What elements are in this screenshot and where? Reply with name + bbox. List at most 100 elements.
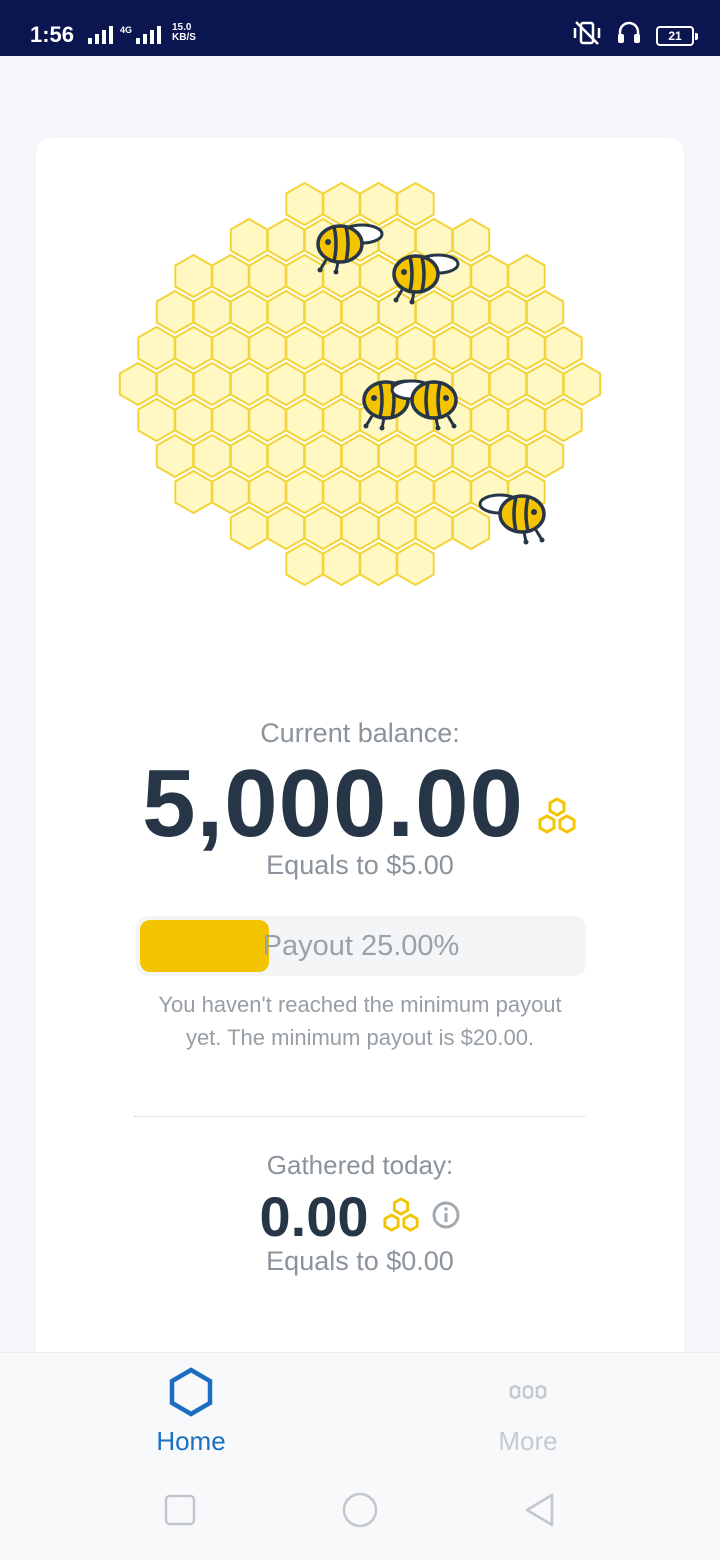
honeycomb-cell	[303, 361, 343, 407]
honeycomb-cell	[248, 253, 287, 299]
speed-unit: KB/S	[172, 32, 196, 43]
honeycomb-cell	[174, 253, 213, 299]
balance-card: Current balance: 5,000.00 Equals to $5.0…	[36, 138, 684, 1398]
honeycomb-cell	[229, 361, 269, 407]
honeycomb-cell	[451, 505, 491, 551]
network-speed: 15.0 KB/S	[172, 23, 196, 43]
balance-value: 5,000.00	[142, 750, 524, 857]
honeycomb-cell	[322, 397, 361, 443]
honeycomb-cell	[488, 433, 528, 479]
honeycomb-cell	[266, 505, 306, 551]
honeycomb-cell	[211, 325, 250, 371]
honeycomb-cell	[285, 397, 324, 443]
recent-apps-button[interactable]	[162, 1492, 198, 1533]
honeycomb-cell	[396, 469, 435, 515]
honeycomb-cell	[470, 397, 509, 443]
honeycomb-cell	[414, 505, 454, 551]
honeycomb-cell	[544, 325, 583, 371]
home-button[interactable]	[340, 1492, 380, 1537]
honeycomb-cell	[211, 253, 250, 299]
honeycomb-cell	[451, 433, 491, 479]
honeycomb-cell	[155, 289, 195, 335]
honeycomb-cell	[396, 181, 435, 227]
tab-home[interactable]: Home	[91, 1367, 291, 1457]
honeycomb-cell	[174, 469, 213, 515]
honeycomb-cell	[451, 289, 491, 335]
honeycomb-cell	[433, 325, 472, 371]
gathered-value: 0.00	[259, 1185, 369, 1248]
divider	[134, 1116, 586, 1117]
honeycomb-cell	[359, 253, 398, 299]
honeycomb-cell	[248, 469, 287, 515]
honeycomb-cell	[470, 253, 509, 299]
payout-progress-label: Payout 25.00%	[262, 930, 460, 962]
honeycomb-cell	[155, 361, 195, 407]
honeycomb-cell	[285, 253, 324, 299]
honeycomb-cell	[322, 541, 361, 587]
current-balance-label: Current balance:	[260, 718, 460, 748]
status-bar: 1:56 4G 15.0 KB/S 21	[0, 0, 720, 56]
honeycomb-cell	[229, 433, 269, 479]
honeycomb-cell	[377, 217, 417, 263]
info-icon[interactable]	[431, 1200, 461, 1235]
network-type: 4G	[120, 25, 132, 35]
honeycomb-cell	[229, 505, 269, 551]
bottom-navigation: Home More	[0, 1352, 720, 1460]
tab-more-label: More	[498, 1426, 558, 1456]
honeycomb-cell	[359, 469, 398, 515]
honeycomb-cell	[322, 325, 361, 371]
honeycomb-cell	[229, 289, 269, 335]
honeycomb-cell	[174, 397, 213, 443]
system-navigation-bar	[0, 1460, 720, 1560]
honeycomb-cell	[340, 289, 380, 335]
honeycomb-cell	[285, 469, 324, 515]
balance-equals: Equals to $5.00	[266, 850, 454, 880]
gathered-equals: Equals to $0.00	[266, 1246, 454, 1276]
honeycomb-cell	[174, 325, 213, 371]
honeycomb-cell	[266, 217, 306, 263]
honeycomb-cell	[562, 361, 602, 407]
battery-icon: 21	[656, 25, 698, 46]
honeycomb-cell	[488, 361, 528, 407]
honeycomb-cell	[303, 289, 343, 335]
honeycomb-cell	[266, 289, 306, 335]
headphones-icon	[616, 20, 642, 51]
honeycomb-cell	[248, 397, 287, 443]
honeycomb-cell	[322, 181, 361, 227]
minimum-payout-note: You haven't reached the minimum payout y…	[158, 992, 562, 1050]
honeycomb-cell	[285, 325, 324, 371]
honeycomb-cell	[211, 397, 250, 443]
honeycomb-cell	[155, 433, 195, 479]
honeycomb-cell	[396, 325, 435, 371]
honeycomb-cell	[303, 505, 343, 551]
honeycomb-cell	[322, 469, 361, 515]
honeycomb-cell	[377, 433, 417, 479]
honeycomb-cell	[285, 181, 324, 227]
gathered-today-label: Gathered today:	[266, 1150, 454, 1180]
honeycomb-cell	[525, 361, 565, 407]
honeycomb-cell	[248, 325, 287, 371]
honeycomb-cell	[507, 397, 546, 443]
honeycomb-cell	[359, 325, 398, 371]
honeycomb-cell	[359, 181, 398, 227]
payout-progress-bar: Payout 25.00%	[136, 916, 586, 976]
honeycomb-cell	[137, 397, 176, 443]
honeycomb-cell	[525, 289, 565, 335]
honeycomb-cell	[192, 433, 232, 479]
three-dots-icon	[509, 1384, 547, 1400]
honeycomb-cell	[377, 505, 417, 551]
status-icons: 21	[572, 20, 698, 51]
honeycomb-cell	[211, 469, 250, 515]
honeycomb-cell	[137, 325, 176, 371]
honeycomb-cell	[544, 397, 583, 443]
honeycomb-cell	[451, 361, 491, 407]
tab-home-label: Home	[156, 1426, 226, 1456]
honeycomb-cell	[285, 541, 324, 587]
signal-icon: 4G	[88, 24, 168, 51]
back-button[interactable]	[520, 1492, 560, 1537]
tab-more[interactable]: More	[428, 1367, 628, 1457]
honeycomb-cell	[266, 433, 306, 479]
honeycomb-cell	[488, 289, 528, 335]
honeycomb-cell	[340, 505, 380, 551]
honeycomb-cell	[229, 217, 269, 263]
